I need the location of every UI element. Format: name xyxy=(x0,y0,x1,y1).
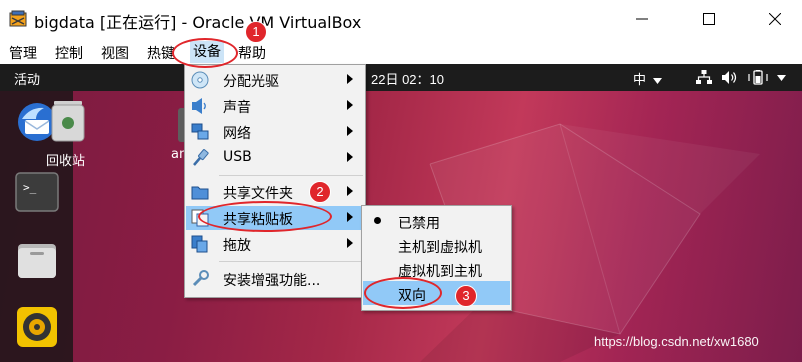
terminal-icon[interactable]: >_ xyxy=(14,169,60,215)
devices-menu-label: 安装增强功能... xyxy=(223,273,321,289)
menu-separator xyxy=(219,175,363,176)
maximize-button[interactable] xyxy=(686,0,732,38)
desktop-folder-label: an xyxy=(171,147,185,162)
close-button[interactable] xyxy=(752,0,798,38)
input-method-label: 中 xyxy=(633,73,647,88)
selected-radio-dot-icon xyxy=(374,217,381,224)
trash-icon[interactable] xyxy=(48,99,88,143)
devices-menu-item-audio[interactable]: 声音 xyxy=(186,94,365,118)
shared-folder-icon xyxy=(191,186,209,200)
devices-menu-label: 共享文件夹 xyxy=(223,186,293,202)
submenu-arrow-icon xyxy=(347,212,353,222)
input-method-indicator[interactable]: 中 xyxy=(633,69,663,88)
minimize-button[interactable] xyxy=(619,0,665,38)
devices-menu-item-optical[interactable]: 分配光驱 xyxy=(186,68,365,92)
system-menu-chevron-icon[interactable] xyxy=(777,70,786,85)
devices-menu-item-network[interactable]: 网络 xyxy=(186,120,365,144)
chevron-down-icon xyxy=(653,77,663,84)
watermark-text: https://blog.csdn.net/xw1680 xyxy=(594,334,759,349)
devices-menu: 分配光驱 声音 网络 USB 共享文件夹 共享粘贴板 拖放 安装增强功能... xyxy=(184,64,366,298)
submenu-arrow-icon xyxy=(347,74,353,84)
clock[interactable]: 22日 02：10 xyxy=(371,69,444,88)
files-icon[interactable] xyxy=(14,238,60,284)
submenu-arrow-icon xyxy=(347,100,353,110)
submenu-arrow-icon xyxy=(347,238,353,248)
annotation-ellipse-devices xyxy=(172,38,238,68)
menu-view[interactable]: 视图 xyxy=(101,43,129,63)
devices-menu-item-usb[interactable]: USB xyxy=(186,146,365,170)
annotation-ellipse-bidirectional xyxy=(364,277,442,309)
volume-icon[interactable] xyxy=(722,70,738,85)
devices-menu-label: 声音 xyxy=(223,100,251,116)
network-icon xyxy=(191,123,209,140)
clipboard-option-guest-to-host[interactable]: 虚拟机到主机 xyxy=(363,257,510,281)
svg-text:>_: >_ xyxy=(23,181,37,194)
menu-control[interactable]: 控制 xyxy=(55,43,83,63)
menu-manage[interactable]: 管理 xyxy=(9,43,37,63)
devices-menu-label: 分配光驱 xyxy=(223,74,279,90)
trash-label: 回收站 xyxy=(46,154,86,169)
audio-icon xyxy=(192,98,206,114)
network-icon[interactable] xyxy=(696,70,712,85)
gnome-top-bar: 活动 22日 02：10 中 xyxy=(0,64,802,91)
window-title: bigdata [正在运行] - Oracle VM VirtualBox xyxy=(34,13,362,32)
optical-disc-icon xyxy=(191,71,209,89)
activities-button[interactable]: 活动 xyxy=(14,69,40,88)
annotation-badge-3: 3 xyxy=(455,285,477,307)
close-icon xyxy=(769,13,781,25)
devices-menu-label: 拖放 xyxy=(223,238,251,254)
drag-drop-icon xyxy=(191,235,208,253)
annotation-badge-2: 2 xyxy=(309,181,331,203)
maximize-icon xyxy=(703,13,715,25)
virtualbox-icon xyxy=(9,10,27,27)
devices-menu-label: 网络 xyxy=(223,126,251,142)
usb-icon xyxy=(193,149,209,166)
clipboard-option-disabled[interactable]: 已禁用 xyxy=(363,209,510,233)
window-title-bar[interactable]: bigdata [正在运行] - Oracle VM VirtualBox xyxy=(0,0,802,38)
minimize-icon xyxy=(636,18,648,20)
devices-menu-item-drag-drop[interactable]: 拖放 xyxy=(186,232,365,256)
submenu-arrow-icon xyxy=(347,126,353,136)
rhythmbox-icon[interactable] xyxy=(14,304,60,350)
menu-help[interactable]: 帮助 xyxy=(238,43,266,63)
menu-separator xyxy=(219,261,363,262)
menu-bar: 管理 控制 视图 热键 设备 帮助 xyxy=(0,38,802,64)
annotation-ellipse-clipboard xyxy=(198,201,332,232)
menu-hotkeys[interactable]: 热键 xyxy=(147,43,175,63)
submenu-arrow-icon xyxy=(347,186,353,196)
clipboard-option-label: 主机到虚拟机 xyxy=(398,240,482,256)
annotation-badge-1: 1 xyxy=(245,21,267,43)
devices-menu-label: USB xyxy=(223,149,252,165)
submenu-arrow-icon xyxy=(347,152,353,162)
battery-icon[interactable] xyxy=(748,70,770,85)
guest-additions-icon xyxy=(192,270,209,287)
clipboard-option-label: 已禁用 xyxy=(398,216,440,232)
devices-menu-item-guest-additions[interactable]: 安装增强功能... xyxy=(186,267,365,291)
clipboard-option-host-to-guest[interactable]: 主机到虚拟机 xyxy=(363,233,510,257)
